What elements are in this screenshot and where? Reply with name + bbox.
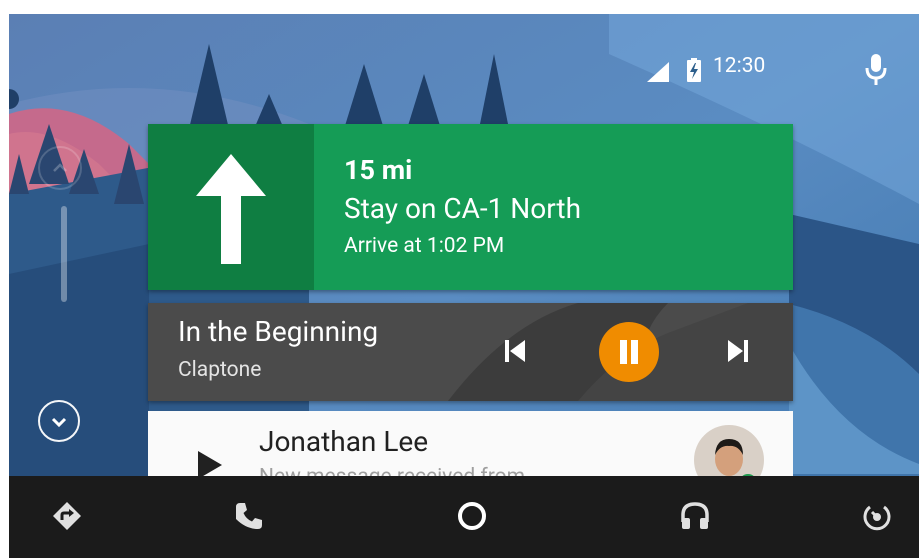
chevron-down-icon — [51, 417, 67, 428]
android-auto-screen: 12:30 15 mi Stay on CA-1 North Arrive at… — [9, 14, 919, 558]
track-artist: Claptone — [178, 358, 262, 382]
track-title: In the Beginning — [178, 315, 379, 348]
contact-name: Jonathan Lee — [259, 425, 429, 458]
scroll-down-button[interactable] — [38, 400, 80, 442]
bottom-nav-bar — [9, 476, 919, 558]
previous-track-button[interactable] — [503, 338, 529, 364]
nav-tab-navigation[interactable] — [47, 496, 87, 536]
navigation-icon — [53, 502, 81, 530]
home-circle-icon — [458, 502, 486, 530]
nav-distance: 15 mi — [344, 154, 413, 186]
scroll-up-button[interactable] — [38, 146, 82, 190]
skip-previous-icon — [505, 340, 525, 362]
nav-instruction: Stay on CA-1 North — [344, 192, 581, 225]
cell-signal-icon — [647, 62, 669, 82]
nav-tab-phone[interactable] — [229, 496, 269, 536]
battery-charging-icon — [687, 58, 701, 82]
play-message-icon[interactable] — [198, 451, 222, 479]
nav-tab-home[interactable] — [452, 496, 492, 536]
next-track-button[interactable] — [724, 338, 750, 364]
nav-tab-exit[interactable] — [857, 496, 897, 536]
play-pause-button[interactable] — [599, 322, 659, 382]
exit-icon — [863, 505, 891, 531]
scroll-track[interactable] — [61, 206, 67, 302]
microphone-icon — [865, 54, 887, 85]
nav-tab-media[interactable] — [675, 496, 715, 536]
media-card[interactable]: In the Beginning Claptone — [148, 303, 793, 401]
headphones-icon — [681, 502, 709, 529]
voice-button[interactable] — [861, 52, 891, 88]
status-time: 12:30 — [713, 54, 766, 78]
chevron-up-icon — [53, 163, 67, 172]
arrow-up-icon — [196, 154, 266, 264]
skip-next-icon — [728, 340, 748, 362]
phone-icon — [236, 503, 262, 529]
turn-indicator — [148, 124, 314, 290]
pause-icon — [620, 340, 638, 364]
navigation-card[interactable]: 15 mi Stay on CA-1 North Arrive at 1:02 … — [148, 124, 793, 290]
nav-arrival-time: Arrive at 1:02 PM — [344, 234, 505, 258]
